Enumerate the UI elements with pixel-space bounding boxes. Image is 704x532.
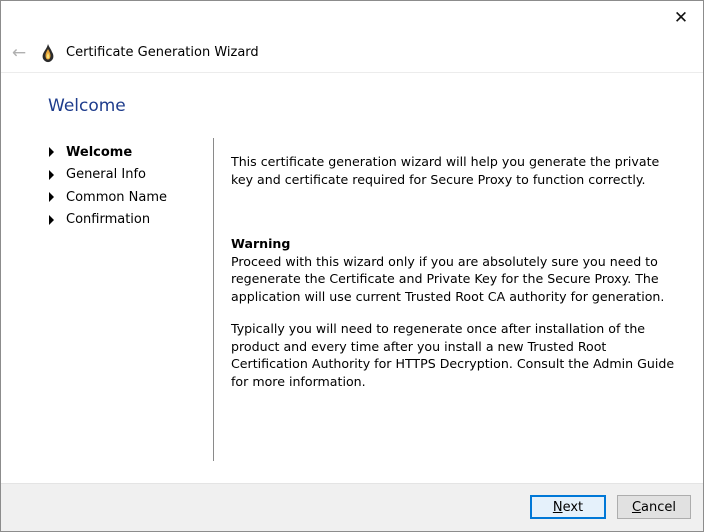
step-label: Confirmation	[66, 212, 151, 228]
wizard-content: This certificate generation wizard will …	[231, 153, 679, 390]
next-label: ext	[562, 499, 584, 515]
wizard-header: ← Certificate Generation Wizard	[1, 35, 703, 73]
step-label: General Info	[66, 167, 146, 183]
next-mnemonic: N	[552, 499, 563, 515]
cancel-mnemonic: C	[631, 499, 642, 515]
step-common-name: Common Name	[49, 186, 167, 209]
back-arrow-icon[interactable]: ←	[9, 43, 29, 63]
step-confirmation: Confirmation	[49, 209, 167, 232]
vertical-divider	[213, 138, 214, 461]
triangle-right-icon	[49, 169, 54, 180]
intro-text: This certificate generation wizard will …	[231, 154, 660, 187]
page-title: Welcome	[48, 96, 126, 116]
title-bar: ✕	[1, 1, 703, 35]
triangle-right-icon	[49, 214, 54, 225]
step-label: Common Name	[66, 189, 168, 205]
triangle-right-icon	[49, 192, 54, 203]
next-button[interactable]: Next	[530, 495, 606, 519]
wizard-window: ✕ ← Certificate Generation Wizard Welcom…	[0, 0, 704, 532]
step-label: Welcome	[66, 144, 133, 160]
wizard-steps: Welcome General Info Common Name Confirm…	[49, 141, 167, 231]
warning-heading: Warning	[231, 236, 291, 251]
note-text: Typically you will need to regenerate on…	[231, 321, 675, 389]
triangle-right-icon	[49, 147, 54, 158]
close-icon[interactable]: ✕	[659, 1, 703, 35]
step-general-info: General Info	[49, 164, 167, 187]
app-logo-icon	[42, 44, 54, 63]
window-title: Certificate Generation Wizard	[66, 45, 259, 60]
cancel-button[interactable]: Cancel	[617, 495, 691, 519]
warning-text: Proceed with this wizard only if you are…	[231, 253, 665, 304]
step-welcome: Welcome	[49, 141, 167, 164]
button-bar: Next Cancel	[1, 483, 703, 531]
cancel-label: ancel	[641, 499, 677, 515]
header-divider	[1, 72, 703, 73]
